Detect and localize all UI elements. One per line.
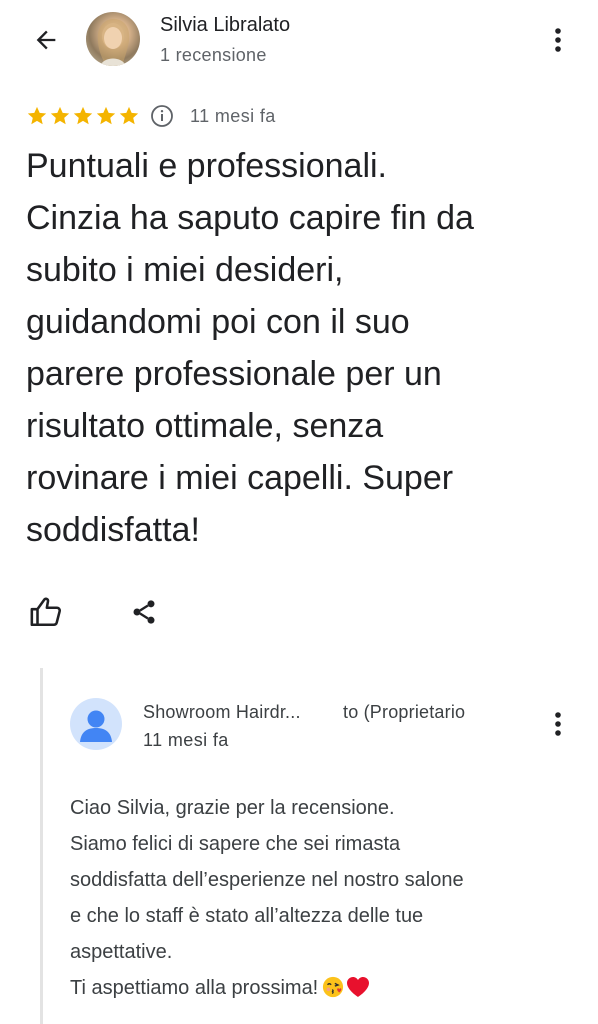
- review-line: soddisfatta!: [26, 511, 200, 549]
- review-line: guidandomi poi con il suo: [26, 303, 410, 341]
- review-line: subito i miei desideri,: [26, 251, 344, 289]
- thumb-up-icon: [30, 597, 61, 627]
- review-line: risultato ottimale, senza: [26, 407, 384, 445]
- rating-row: 11 mesi fa: [26, 100, 276, 132]
- star-icon: [96, 106, 116, 125]
- more-vert-icon: [555, 712, 561, 736]
- info-icon[interactable]: [150, 104, 174, 128]
- star-rating: [26, 105, 140, 127]
- reply-line-last: Ti aspettiamo alla prossima!: [70, 970, 570, 1006]
- reply-indent-bar: [40, 668, 43, 1024]
- reply-line: Ciao Silvia, grazie per la recensione.: [70, 797, 395, 819]
- reply-line-text: Ti aspettiamo alla prossima!: [70, 977, 319, 999]
- reply-line: e che lo staff è stato all’altezza delle…: [70, 905, 424, 927]
- star-icon: [27, 106, 47, 125]
- arrow-left-icon: [36, 30, 56, 50]
- review-actions: [26, 592, 164, 632]
- owner-reply-more-button[interactable]: [546, 708, 570, 740]
- owner-reply-text: Ciao Silvia, grazie per la recensione. S…: [70, 790, 570, 1006]
- owner-avatar[interactable]: [70, 698, 122, 750]
- star-icon: [73, 106, 93, 125]
- back-button[interactable]: [28, 22, 64, 58]
- review-line: parere professionale per un: [26, 355, 442, 393]
- more-vert-icon: [555, 28, 561, 52]
- review-line: Cinzia ha saputo capire fin da: [26, 199, 474, 237]
- person-icon: [80, 710, 112, 742]
- owner-name[interactable]: Showroom Hairdr...: [143, 702, 301, 723]
- review-line: Puntuali e professionali.: [26, 147, 388, 185]
- share-icon: [133, 600, 155, 624]
- star-icon: [50, 106, 70, 125]
- author-name[interactable]: Silvia Libralato: [160, 14, 290, 37]
- reply-line: Siamo felici di sapere che sei rimasta: [70, 833, 401, 855]
- red-heart-emoji: [347, 977, 370, 997]
- like-button[interactable]: [26, 592, 66, 632]
- face-blowing-kiss-emoji: [323, 976, 344, 998]
- more-options-button[interactable]: [546, 24, 570, 56]
- review-header: Silvia Libralato 1 recensione: [0, 0, 598, 80]
- review-time: 11 mesi fa: [190, 105, 276, 126]
- review-line: rovinare i miei capelli. Super: [26, 459, 454, 497]
- author-avatar[interactable]: [86, 12, 140, 66]
- share-button[interactable]: [124, 592, 164, 632]
- owner-reply-time: 11 mesi fa: [143, 730, 229, 750]
- reply-line: soddisfatta dell’esperienze nel nostro s…: [70, 869, 464, 891]
- author-review-count: 1 recensione: [160, 45, 267, 65]
- review-text: Puntuali e professionali. Cinzia ha saput…: [26, 140, 576, 556]
- star-icon: [119, 106, 139, 125]
- reply-line: aspettative.: [70, 941, 173, 963]
- owner-role: to (Proprietario: [343, 702, 466, 722]
